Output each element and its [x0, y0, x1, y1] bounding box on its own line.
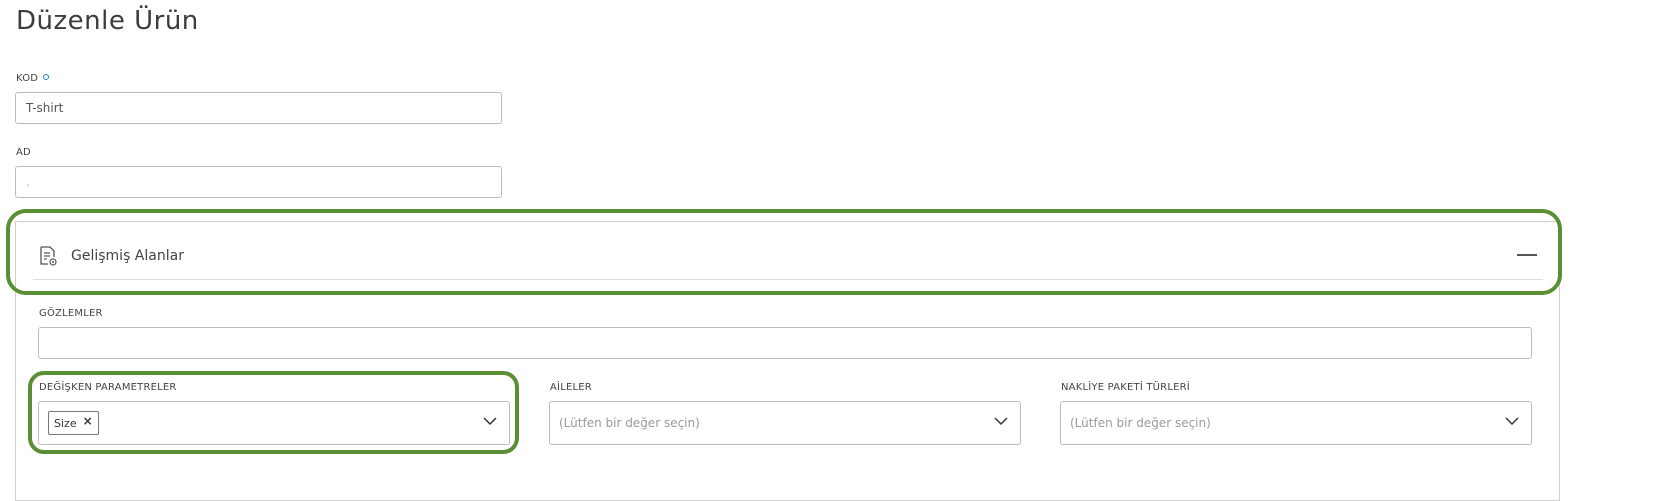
chevron-down-icon[interactable] [483, 416, 497, 426]
aileler-select[interactable]: (Lütfen bir değer seçin) [549, 401, 1021, 445]
gozlemler-input[interactable] [38, 327, 1532, 359]
advanced-fields-title: Gelişmiş Alanlar [71, 247, 184, 264]
aileler-placeholder: (Lütfen bir değer seçin) [559, 416, 700, 430]
ad-label: AD [16, 147, 31, 158]
aileler-label: AİLELER [550, 382, 592, 393]
chevron-down-icon[interactable] [1505, 416, 1519, 426]
tag-size-label: Size [54, 416, 77, 430]
nakliye-label: NAKLİYE PAKETİ TÜRLERİ [1061, 382, 1190, 393]
kod-label: KOD [16, 73, 50, 84]
degisken-label: DEĞİŞKEN PARAMETRELER [39, 382, 177, 393]
settings-list-icon [40, 245, 57, 266]
degisken-select[interactable]: Size × [38, 401, 510, 445]
required-indicator-icon [43, 74, 50, 80]
minus-icon[interactable] [1517, 249, 1537, 261]
gozlemler-label: GÖZLEMLER [39, 308, 103, 319]
tag-size: Size × [48, 411, 99, 435]
nakliye-placeholder: (Lütfen bir değer seçin) [1070, 416, 1211, 430]
advanced-fields-header[interactable]: Gelişmiş Alanlar [33, 232, 1543, 280]
chevron-down-icon[interactable] [994, 416, 1008, 426]
kod-input[interactable]: T-shirt [15, 92, 502, 124]
ad-input-value: . [26, 175, 30, 189]
kod-label-text: KOD [16, 73, 39, 84]
kod-input-value: T-shirt [26, 101, 64, 115]
ad-input[interactable]: . [15, 166, 502, 198]
nakliye-select[interactable]: (Lütfen bir değer seçin) [1060, 401, 1532, 445]
page-title: Düzenle Ürün [16, 6, 199, 36]
close-icon[interactable]: × [83, 414, 93, 428]
